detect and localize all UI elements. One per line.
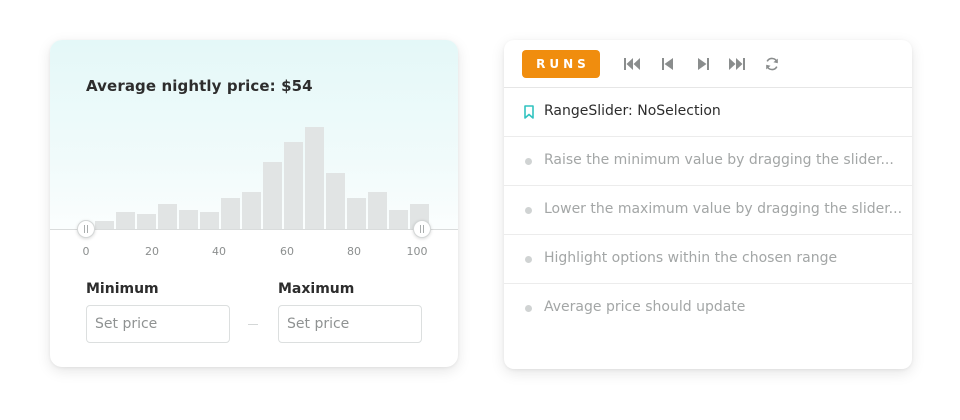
axis-tick-label: 20: [145, 245, 159, 258]
histogram-bar: [179, 210, 198, 229]
test-step-row[interactable]: Lower the maximum value by dragging the …: [504, 186, 912, 235]
test-step-text: Highlight options within the chosen rang…: [544, 250, 838, 266]
step-bullet-icon: [525, 256, 532, 263]
slider-track[interactable]: [50, 229, 458, 230]
histogram-bar: [158, 204, 177, 229]
axis-tick-label: 100: [406, 245, 428, 258]
range-separator: [248, 324, 258, 325]
test-title: RangeSlider: NoSelection: [544, 103, 721, 119]
histogram-bar: [389, 210, 408, 229]
histogram-bar: [368, 192, 387, 229]
axis-tick-label: 60: [280, 245, 294, 258]
axis-tick-label: 40: [212, 245, 226, 258]
maximum-label: Maximum: [278, 281, 355, 297]
price-range-card: Average nightly price: $54 0 20 40 60 80…: [50, 40, 458, 367]
histogram-bar: [200, 212, 219, 229]
histogram-bar: [263, 162, 282, 229]
test-step-row[interactable]: Raise the minimum value by dragging the …: [504, 137, 912, 186]
skip-back-icon[interactable]: [623, 55, 641, 73]
axis-tick-label: 0: [82, 245, 90, 258]
test-step-text: Average price should update: [544, 299, 746, 315]
minimum-label: Minimum: [86, 281, 159, 297]
step-back-icon[interactable]: [659, 55, 677, 73]
histogram-bar: [221, 198, 240, 229]
min-slider-handle[interactable]: [77, 220, 95, 238]
rerun-icon[interactable]: [763, 55, 781, 73]
test-step-text: Lower the maximum value by dragging the …: [544, 201, 903, 217]
bookmark-icon: [524, 105, 534, 119]
runs-button[interactable]: RUNS: [522, 50, 600, 78]
histogram-bar: [305, 127, 324, 229]
step-bullet-icon: [525, 305, 532, 312]
test-title-row[interactable]: RangeSlider: NoSelection: [504, 88, 912, 137]
test-runner-panel: RUNS RangeSlider: NoSelection Raise the …: [504, 40, 912, 369]
minimum-price-input[interactable]: [86, 305, 230, 343]
maximum-price-input[interactable]: [278, 305, 422, 343]
test-step-row[interactable]: Average price should update: [504, 284, 912, 333]
step-forward-icon[interactable]: [694, 55, 712, 73]
axis-tick-label: 80: [347, 245, 361, 258]
histogram-bar: [326, 173, 345, 229]
max-slider-handle[interactable]: [413, 220, 431, 238]
price-histogram: [95, 127, 429, 229]
test-step-row[interactable]: Highlight options within the chosen rang…: [504, 235, 912, 284]
skip-forward-icon[interactable]: [728, 55, 746, 73]
histogram-bar: [347, 198, 366, 229]
step-bullet-icon: [525, 158, 532, 165]
histogram-bar: [137, 214, 156, 229]
histogram-bar: [242, 192, 261, 229]
step-bullet-icon: [525, 207, 532, 214]
test-step-text: Raise the minimum value by dragging the …: [544, 152, 894, 168]
runner-toolbar: RUNS: [504, 40, 912, 88]
histogram-bar: [284, 142, 303, 229]
histogram-bar: [116, 212, 135, 229]
histogram-bar: [95, 221, 114, 229]
